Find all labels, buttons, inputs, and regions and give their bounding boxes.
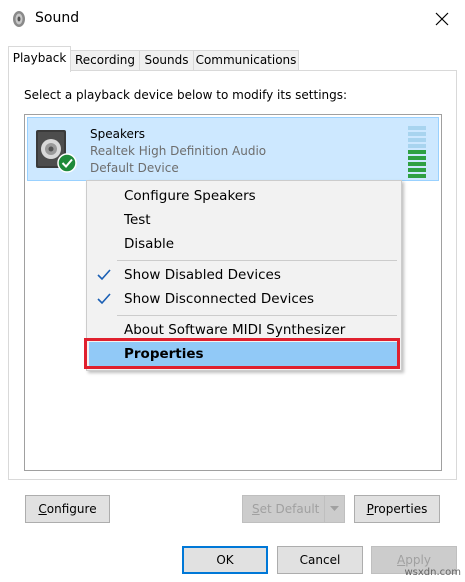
tab-recording[interactable]: Recording [70,50,140,71]
menu-item-show-disabled-devices[interactable]: Show Disabled Devices [89,263,399,287]
checkmark-icon [97,269,111,281]
menu-item-label: Disable [124,236,175,252]
level-meter-segment [408,168,426,172]
menu-item-label: Test [124,212,151,228]
level-meter-segment [408,156,426,160]
button-label: roperties [373,502,428,516]
tab-sounds[interactable]: Sounds [139,50,194,71]
menu-item-show-disconnected-devices[interactable]: Show Disconnected Devices [89,287,399,311]
level-meter [408,126,426,178]
menu-item-label: Show Disconnected Devices [124,291,315,307]
menu-item-label: About Software MIDI Synthesizer [124,322,346,338]
tab-playback[interactable]: Playback [8,46,71,72]
level-meter-segment [408,162,426,166]
set-default-dropdown[interactable] [324,496,344,522]
menu-item-label: Properties [124,346,204,362]
default-check-icon [57,153,77,173]
title-bar: Sound [0,0,465,38]
menu-item-test[interactable]: Test [89,208,399,232]
configure-button[interactable]: Configure [25,495,110,523]
context-menu: Configure Speakers Test Disable Show Dis… [86,180,402,371]
instruction-text: Select a playback device below to modify… [24,88,348,102]
device-name: Speakers [90,127,146,141]
menu-item-properties[interactable]: Properties [89,342,399,366]
level-meter-segment [408,126,426,130]
device-status: Default Device [90,161,179,175]
level-meter-segment [408,174,426,178]
close-icon [435,12,449,26]
speaker-icon [36,130,77,173]
cancel-button[interactable]: Cancel [277,546,363,574]
checkmark-icon [97,293,111,305]
sound-app-icon [13,11,25,27]
close-button[interactable] [419,0,465,38]
device-driver: Realtek High Definition Audio [90,144,267,158]
accel-key: P [366,502,374,516]
level-meter-segment [408,144,426,148]
menu-separator [117,260,397,261]
accel-key: S [252,502,260,516]
button-label: onfigure [46,502,97,516]
menu-item-label: Show Disabled Devices [124,267,281,283]
menu-item-label: Configure Speakers [124,188,256,204]
tab-communications[interactable]: Communications [193,50,299,71]
chevron-down-icon [330,506,339,511]
menu-item-about-midi-synth[interactable]: About Software MIDI Synthesizer [89,318,399,342]
menu-separator [117,315,397,316]
ok-button[interactable]: OK [182,546,268,574]
level-meter-segment [408,132,426,136]
tab-strip: Playback Recording Sounds Communications [8,46,457,72]
properties-button[interactable]: Properties [354,495,440,523]
menu-item-configure-speakers[interactable]: Configure Speakers [89,184,399,208]
button-label: pply [405,553,431,567]
window-title: Sound [35,10,80,26]
set-default-button[interactable]: Set Default [242,495,345,523]
button-label: et Default [259,502,320,516]
watermark: wsxdn.com [404,567,461,578]
menu-item-disable[interactable]: Disable [89,232,399,256]
device-row-speakers[interactable]: Speakers Realtek High Definition Audio D… [27,117,439,181]
accel-key: C [38,502,47,516]
level-meter-segment [408,138,426,142]
level-meter-segment [408,150,426,154]
